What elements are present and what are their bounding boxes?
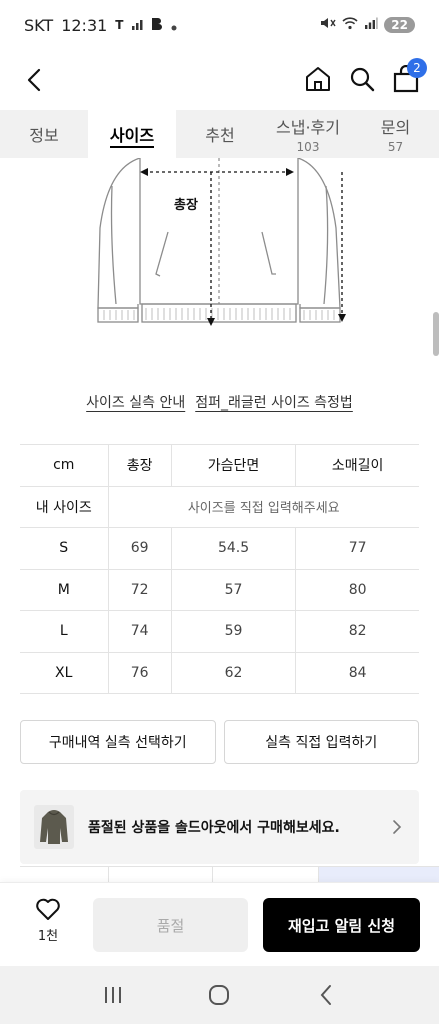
tab-label: 사이즈: [109, 126, 155, 145]
home-button[interactable]: [303, 62, 333, 96]
sleeve-cell: 82: [295, 610, 419, 653]
like-button[interactable]: 1천: [18, 897, 78, 944]
column-header: 총장: [107, 444, 172, 487]
select-purchase-history-button[interactable]: 구매내역 실측 선택하기: [20, 720, 216, 764]
mute-icon: [320, 16, 336, 34]
signal-bars-icon: [131, 16, 143, 35]
size-table: cm 총장 가슴단면 소매길이 내 사이즈 사이즈를 직접 입력해주세요 S 6…: [20, 444, 419, 694]
my-size-input-prompt[interactable]: 사이즈를 직접 입력해주세요: [107, 486, 419, 528]
tab-recommend[interactable]: 추천: [176, 110, 264, 158]
sleeve-cell: 84: [295, 652, 419, 694]
soldout-button: 품절: [93, 898, 248, 952]
purchase-bar: 1천 품절 재입고 알림 신청: [0, 882, 439, 966]
size-cell: M: [20, 569, 108, 611]
column-header: cm: [20, 444, 108, 487]
search-button[interactable]: [347, 62, 377, 96]
app-b-icon: [151, 16, 163, 35]
recent-apps-button[interactable]: [93, 975, 133, 1015]
product-tabs: 정보 사이즈 추천 스냅·후기 103 문의 57: [0, 110, 439, 158]
product-thumbnail: [34, 805, 74, 849]
sleeve-cell: 80: [295, 569, 419, 611]
cart-count-badge: 2: [407, 58, 427, 78]
tab-inquiry[interactable]: 문의 57: [352, 110, 439, 158]
chest-cell: 57: [170, 569, 296, 611]
chest-cell: 59: [170, 610, 296, 653]
scrollbar[interactable]: [433, 312, 439, 356]
length-cell: 74: [107, 610, 172, 653]
home-system-button[interactable]: [199, 975, 239, 1015]
column-header: 소매길이: [295, 444, 419, 487]
restock-alert-button[interactable]: 재입고 알림 신청: [263, 898, 420, 952]
tab-label: 스냅·후기: [276, 118, 340, 137]
tab-label: 정보: [29, 126, 59, 145]
chest-cell: 62: [170, 652, 296, 694]
length-measure-label: 총장: [174, 198, 198, 213]
wifi-icon: [342, 16, 358, 34]
back-button[interactable]: [18, 64, 50, 96]
table-row: S 69 54.5 77: [20, 527, 419, 570]
tab-label: 문의: [380, 118, 411, 137]
table-row: XL 76 62 84: [20, 652, 419, 694]
size-guide-links: 사이즈 실측 안내 점퍼_래글런 사이즈 측정법: [0, 392, 439, 412]
soldout-banner-text: 품절된 상품을 솔드아웃에서 구매해보세요.: [88, 820, 340, 836]
my-size-row: 내 사이즈 사이즈를 직접 입력해주세요: [20, 486, 419, 528]
tab-label: 추천: [205, 126, 235, 145]
chevron-right-icon: [393, 820, 402, 834]
direct-input-button[interactable]: 실측 직접 입력하기: [223, 720, 419, 764]
size-guide-link[interactable]: 사이즈 실측 안내: [86, 392, 185, 412]
carrier-label: SKT: [24, 15, 54, 35]
heart-icon: [36, 898, 60, 920]
top-navigation: 2: [0, 50, 439, 110]
measure-method-link[interactable]: 점퍼_래글런 사이즈 측정법: [195, 392, 353, 412]
measure-actions: 구매내역 실측 선택하기 실측 직접 입력하기: [20, 720, 419, 764]
system-navigation-bar: [0, 966, 439, 1024]
table-row: M 72 57 80: [20, 569, 419, 611]
length-cell: 76: [107, 652, 172, 694]
sleeve-cell: 77: [295, 527, 419, 570]
cell-signal-icon: [364, 17, 379, 34]
status-bar: SKT 12:31 T 22: [0, 0, 439, 50]
length-cell: 69: [107, 527, 172, 570]
table-header-row: cm 총장 가슴단면 소매길이: [20, 444, 419, 487]
tab-snap-review[interactable]: 스냅·후기 103: [264, 110, 352, 158]
my-size-label: 내 사이즈: [20, 486, 108, 528]
jacket-outline-illustration: [97, 157, 346, 326]
table-row: L 74 59 82: [20, 610, 419, 653]
size-cell: S: [20, 527, 108, 570]
dot-icon: [171, 16, 177, 35]
tab-info[interactable]: 정보: [0, 110, 88, 158]
length-cell: 72: [107, 569, 172, 611]
tab-size[interactable]: 사이즈: [88, 110, 176, 158]
like-count: 1천: [37, 929, 59, 944]
recent-apps-icon: [105, 987, 122, 1003]
clock: 12:31: [61, 15, 108, 35]
back-chevron-icon: [320, 985, 331, 1005]
soldout-banner[interactable]: 품절된 상품을 솔드아웃에서 구매해보세요.: [20, 790, 419, 864]
tab-count: 57: [387, 140, 404, 154]
size-cell: XL: [20, 652, 108, 694]
size-measure-diagram: 총장: [0, 157, 439, 338]
chest-cell: 54.5: [170, 527, 296, 570]
home-circle-icon: [209, 985, 230, 1005]
carrier-indicator: T: [115, 18, 124, 32]
tab-count: 103: [296, 140, 320, 154]
search-icon: [350, 67, 375, 92]
back-system-button[interactable]: [306, 975, 346, 1015]
size-cell: L: [20, 610, 108, 653]
battery-indicator: 22: [384, 17, 415, 33]
jacket-thumbnail-icon: [40, 810, 68, 844]
home-icon: [306, 67, 330, 91]
cart-button[interactable]: 2: [391, 58, 427, 96]
chevron-left-icon: [27, 68, 41, 92]
column-header: 가슴단면: [170, 444, 296, 487]
